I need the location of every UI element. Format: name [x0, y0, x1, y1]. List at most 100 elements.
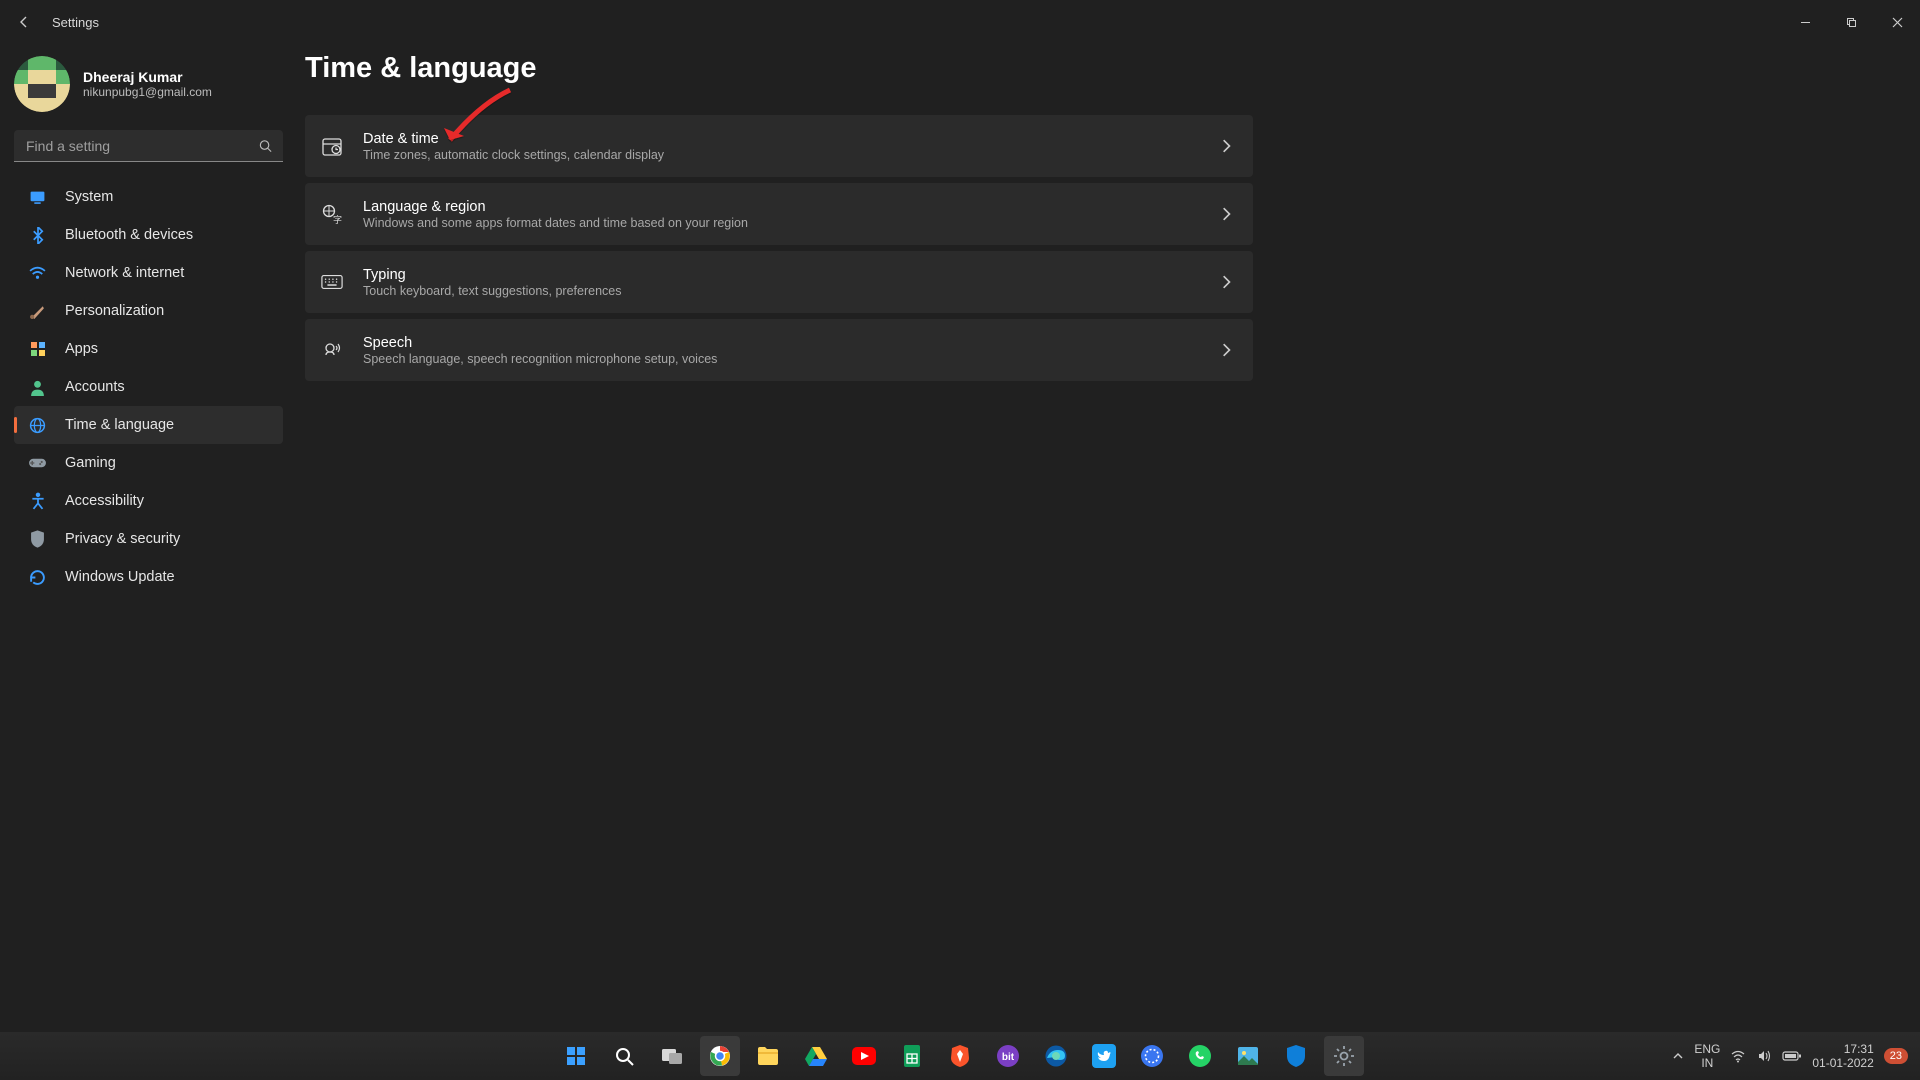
access-icon	[28, 492, 47, 510]
sidebar-item-label: Time & language	[65, 417, 174, 433]
chevron-right-icon	[1221, 139, 1231, 153]
card-subtitle: Touch keyboard, text suggestions, prefer…	[363, 284, 621, 298]
brush-icon	[28, 303, 47, 320]
svg-text:字: 字	[333, 214, 342, 225]
sidebar: Dheeraj Kumar nikunpubg1@gmail.com Syste…	[0, 44, 297, 1032]
monitor-icon	[28, 189, 47, 206]
taskbar-settings-icon[interactable]	[1324, 1036, 1364, 1076]
sidebar-item-accounts[interactable]: Accounts	[14, 368, 283, 406]
sidebar-item-personalization[interactable]: Personalization	[14, 292, 283, 330]
taskbar-drive-icon[interactable]	[796, 1036, 836, 1076]
search-input[interactable]	[14, 130, 283, 162]
keyboard-icon	[321, 273, 343, 291]
sidebar-item-label: Windows Update	[65, 569, 175, 585]
main-content: Time & language Date & timeTime zones, a…	[297, 44, 1920, 1032]
sidebar-item-system[interactable]: System	[14, 178, 283, 216]
grid-icon	[28, 341, 47, 357]
taskbar-edge-icon[interactable]	[1036, 1036, 1076, 1076]
sidebar-item-label: Personalization	[65, 303, 164, 319]
speech-icon	[321, 339, 343, 361]
globe-icon	[28, 417, 47, 434]
shield-icon	[28, 530, 47, 548]
sidebar-item-windows-update[interactable]: Windows Update	[14, 558, 283, 596]
sidebar-item-label: Gaming	[65, 455, 116, 471]
close-button[interactable]	[1874, 0, 1920, 44]
taskbar-chrome-icon[interactable]	[700, 1036, 740, 1076]
search-box[interactable]	[14, 130, 283, 162]
tray-expand-chevron-icon[interactable]	[1672, 1050, 1684, 1062]
maximize-button[interactable]	[1828, 0, 1874, 44]
sidebar-item-label: System	[65, 189, 113, 205]
volume-icon[interactable]	[1756, 1048, 1772, 1064]
sidebar-item-label: Network & internet	[65, 265, 184, 281]
sidebar-item-label: Apps	[65, 341, 98, 357]
taskbar-right: ENG IN 17:31 01-01-2022 23	[1672, 1042, 1920, 1071]
user-name: Dheeraj Kumar	[83, 69, 212, 85]
nav-list: System Bluetooth & devices Network & inter…	[14, 178, 283, 596]
window-controls	[1782, 0, 1920, 44]
wifi-icon	[28, 266, 47, 280]
lang-icon: 字	[321, 203, 343, 225]
minimize-button[interactable]	[1782, 0, 1828, 44]
person-icon	[28, 379, 47, 396]
update-icon	[28, 569, 47, 586]
sidebar-item-label: Accessibility	[65, 493, 144, 509]
notification-badge[interactable]: 23	[1884, 1048, 1908, 1064]
app-title: Settings	[52, 15, 99, 30]
taskbar-search-icon[interactable]	[604, 1036, 644, 1076]
sidebar-item-label: Accounts	[65, 379, 125, 395]
card-title: Language & region	[363, 199, 748, 215]
sidebar-item-privacy-security[interactable]: Privacy & security	[14, 520, 283, 558]
taskbar-taskview-icon[interactable]	[652, 1036, 692, 1076]
card-title: Date & time	[363, 131, 664, 147]
taskbar-whatsapp-icon[interactable]	[1180, 1036, 1220, 1076]
card-title: Typing	[363, 267, 621, 283]
wifi-icon[interactable]	[1730, 1048, 1746, 1064]
sidebar-item-accessibility[interactable]: Accessibility	[14, 482, 283, 520]
svg-text:bit: bit	[1002, 1052, 1015, 1063]
settings-card-list: Date & timeTime zones, automatic clock s…	[305, 115, 1253, 381]
user-email: nikunpubg1@gmail.com	[83, 85, 212, 99]
taskbar-youtube-icon[interactable]	[844, 1036, 884, 1076]
chevron-right-icon	[1221, 343, 1231, 357]
taskbar-sheets-icon[interactable]	[892, 1036, 932, 1076]
sidebar-item-label: Bluetooth & devices	[65, 227, 193, 243]
card-title: Speech	[363, 335, 717, 351]
profile-block[interactable]: Dheeraj Kumar nikunpubg1@gmail.com	[14, 54, 283, 130]
settings-card-language-region[interactable]: 字 Language & regionWindows and some apps …	[305, 183, 1253, 245]
card-subtitle: Windows and some apps format dates and t…	[363, 216, 748, 230]
chevron-right-icon	[1221, 207, 1231, 221]
page-title: Time & language	[305, 52, 1896, 85]
taskbar-start-icon[interactable]	[556, 1036, 596, 1076]
taskbar-photos-icon[interactable]	[1228, 1036, 1268, 1076]
sidebar-item-bluetooth-devices[interactable]: Bluetooth & devices	[14, 216, 283, 254]
settings-card-typing[interactable]: TypingTouch keyboard, text suggestions, …	[305, 251, 1253, 313]
calendar-icon	[321, 135, 343, 157]
sidebar-item-apps[interactable]: Apps	[14, 330, 283, 368]
taskbar: bit ENG IN 17:31 01-01-2022 23	[0, 1032, 1920, 1080]
taskbar-explorer-icon[interactable]	[748, 1036, 788, 1076]
avatar	[14, 56, 70, 112]
chevron-right-icon	[1221, 275, 1231, 289]
sidebar-item-gaming[interactable]: Gaming	[14, 444, 283, 482]
taskbar-clock[interactable]: 17:31 01-01-2022	[1812, 1042, 1873, 1071]
settings-card-date-time[interactable]: Date & timeTime zones, automatic clock s…	[305, 115, 1253, 177]
back-button[interactable]	[14, 14, 34, 30]
titlebar: Settings	[0, 0, 1920, 44]
card-subtitle: Time zones, automatic clock settings, ca…	[363, 148, 664, 162]
taskbar-bit-icon[interactable]: bit	[988, 1036, 1028, 1076]
language-indicator[interactable]: ENG IN	[1694, 1042, 1720, 1071]
search-icon	[258, 139, 273, 154]
sidebar-item-label: Privacy & security	[65, 531, 180, 547]
taskbar-center: bit	[556, 1036, 1364, 1076]
sidebar-item-network-internet[interactable]: Network & internet	[14, 254, 283, 292]
settings-card-speech[interactable]: SpeechSpeech language, speech recognitio…	[305, 319, 1253, 381]
bluetooth-icon	[28, 227, 47, 244]
taskbar-twitter-icon[interactable]	[1084, 1036, 1124, 1076]
battery-icon[interactable]	[1782, 1050, 1802, 1062]
taskbar-security-icon[interactable]	[1276, 1036, 1316, 1076]
taskbar-brave-icon[interactable]	[940, 1036, 980, 1076]
gamepad-icon	[28, 456, 47, 470]
sidebar-item-time-language[interactable]: Time & language	[14, 406, 283, 444]
taskbar-signal-icon[interactable]	[1132, 1036, 1172, 1076]
